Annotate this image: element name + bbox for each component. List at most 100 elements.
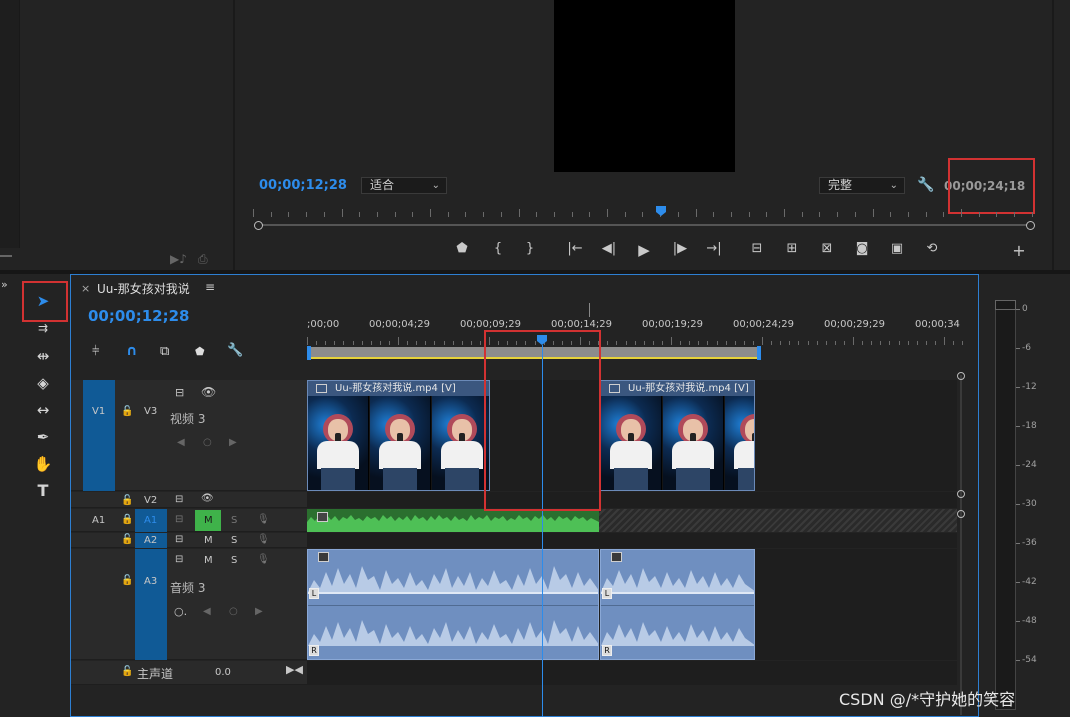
- video-clip-1[interactable]: Uu-那女孩对我说.mp4 [V]: [307, 380, 490, 491]
- nest-sequence-icon[interactable]: ⫩: [92, 344, 99, 359]
- export-icon[interactable]: ⎙: [198, 252, 208, 267]
- add-marker-icon[interactable]: ⬟: [195, 345, 205, 358]
- linked-selection-icon[interactable]: ⧉: [160, 344, 169, 359]
- audio-clip-a1[interactable]: [307, 509, 599, 532]
- toggle-proxies-icon[interactable]: ⟲: [923, 241, 941, 256]
- track-select-tool-icon[interactable]: ⇉: [32, 317, 54, 339]
- add-marker-icon[interactable]: ⬟: [453, 241, 471, 256]
- type-tool-icon[interactable]: T: [32, 480, 54, 502]
- audio-clip-a3-1[interactable]: L R: [307, 549, 599, 660]
- monitor-scroll-bar[interactable]: [258, 224, 1030, 226]
- track-area-a3[interactable]: L R L R: [307, 549, 957, 660]
- source-patch-v1[interactable]: [83, 380, 115, 491]
- v3-label[interactable]: V3: [144, 406, 157, 417]
- lock-icon[interactable]: 🔓: [121, 534, 133, 545]
- timeline-current-timecode[interactable]: 00;00;12;28: [88, 307, 190, 325]
- solo-button[interactable]: S: [231, 555, 237, 566]
- extract-icon[interactable]: ⊞: [783, 241, 801, 256]
- track-area-v3[interactable]: Uu-那女孩对我说.mp4 [V] Uu-那女孩对我说.mp4 [V]: [307, 380, 957, 491]
- microphone-icon[interactable]: 🎙: [257, 514, 270, 525]
- next-keyframe-icon[interactable]: ▶: [229, 437, 237, 448]
- expand-panels-icon[interactable]: »: [1, 278, 8, 291]
- sync-lock-icon[interactable]: ⊟: [175, 386, 184, 399]
- sync-lock-icon[interactable]: ⊟: [175, 554, 183, 565]
- solo-button[interactable]: S: [231, 535, 237, 546]
- volume-line[interactable]: [601, 592, 754, 594]
- next-keyframe-icon[interactable]: ▶: [255, 606, 263, 617]
- prev-keyframe-icon[interactable]: ◀: [203, 606, 211, 617]
- track-name-a3[interactable]: 音频 3: [170, 579, 205, 596]
- hand-tool-icon[interactable]: ✋: [32, 453, 54, 475]
- v2-label[interactable]: V2: [144, 495, 157, 506]
- track-target-a3[interactable]: [135, 549, 167, 660]
- camera-icon[interactable]: ◙: [853, 241, 871, 256]
- volume-line[interactable]: [308, 592, 598, 594]
- close-tab-icon[interactable]: ×: [81, 282, 90, 295]
- fit-dropdown[interactable]: 适合 ⌄: [361, 177, 447, 194]
- wrench-icon[interactable]: 🔧: [917, 177, 934, 193]
- lock-icon[interactable]: 🔓: [121, 406, 133, 417]
- pen-tool-icon[interactable]: ✒: [32, 426, 54, 448]
- audio-clip-a3-2[interactable]: L R: [600, 549, 755, 660]
- lock-icon[interactable]: 🔓: [121, 495, 133, 506]
- lock-icon[interactable]: 🔓: [121, 575, 133, 586]
- program-current-timecode[interactable]: 00;00;12;28: [259, 178, 347, 193]
- a2-label[interactable]: A2: [144, 535, 157, 546]
- track-area-a1[interactable]: [307, 509, 957, 532]
- add-keyframe-icon[interactable]: ○: [203, 437, 212, 448]
- track-area-a2[interactable]: [307, 533, 957, 548]
- microphone-icon[interactable]: 🎙: [257, 554, 270, 565]
- insert-music-icon[interactable]: ▶♪: [170, 252, 187, 266]
- volume-keyframe-icon[interactable]: ○.: [174, 605, 187, 618]
- go-to-out-icon[interactable]: ▶◀: [286, 663, 303, 676]
- step-forward-icon[interactable]: |▶: [671, 241, 689, 256]
- lock-icon[interactable]: 🔓: [121, 666, 133, 677]
- export-frame-icon[interactable]: ⊠: [818, 241, 836, 256]
- track-area-v2[interactable]: [307, 492, 957, 508]
- master-track-area[interactable]: [307, 661, 957, 685]
- mute-button[interactable]: M: [204, 535, 213, 546]
- video-clip-2[interactable]: Uu-那女孩对我说.mp4 [V]: [600, 380, 755, 491]
- slip-tool-icon[interactable]: ↔: [32, 399, 54, 421]
- snap-magnet-icon[interactable]: ∩: [126, 343, 137, 359]
- go-to-out-icon[interactable]: →|: [705, 241, 723, 256]
- add-keyframe-icon[interactable]: ○: [229, 606, 238, 617]
- mark-out-icon[interactable]: }: [521, 241, 539, 256]
- sequence-menu-icon[interactable]: ≡: [205, 280, 215, 294]
- lift-icon[interactable]: ⊟: [748, 241, 766, 256]
- sync-lock-icon[interactable]: ⊟: [175, 514, 183, 525]
- play-icon[interactable]: ▶: [635, 241, 653, 259]
- solo-button[interactable]: S: [231, 515, 237, 526]
- step-back-icon[interactable]: ◀|: [600, 241, 618, 256]
- work-area-start[interactable]: [307, 346, 311, 360]
- scroll-handle-top[interactable]: [957, 372, 965, 380]
- scroll-handle[interactable]: [957, 490, 965, 498]
- time-ruler[interactable]: ;00;00 00;00;04;29 00;00;09;29 00;00;14;…: [307, 315, 960, 337]
- eye-icon[interactable]: 👁: [201, 493, 214, 504]
- timeline-settings-wrench-icon[interactable]: 🔧: [227, 343, 243, 358]
- sync-lock-icon[interactable]: ⊟: [175, 494, 183, 505]
- scroll-handle[interactable]: [957, 510, 965, 518]
- sequence-tab[interactable]: Uu-那女孩对我说: [97, 280, 190, 297]
- microphone-icon[interactable]: 🎙: [257, 534, 270, 545]
- mute-button[interactable]: M: [204, 555, 213, 566]
- monitor-time-ruler[interactable]: [253, 206, 1033, 218]
- a3-label[interactable]: A3: [144, 576, 157, 587]
- sync-lock-icon[interactable]: ⊟: [175, 534, 183, 545]
- eye-icon[interactable]: 👁: [201, 385, 216, 399]
- track-name-v3[interactable]: 视频 3: [170, 410, 205, 427]
- razor-tool-icon[interactable]: ◈: [32, 372, 54, 394]
- add-button-icon[interactable]: +: [1010, 241, 1028, 260]
- vertical-scrollbar[interactable]: [960, 375, 962, 715]
- mark-in-icon[interactable]: {: [489, 241, 507, 256]
- scroll-end-handle[interactable]: [1026, 221, 1035, 230]
- ripple-edit-tool-icon[interactable]: ⇹: [32, 345, 54, 367]
- prev-keyframe-icon[interactable]: ◀: [177, 437, 185, 448]
- a1-source-label[interactable]: A1: [92, 515, 105, 526]
- comparison-view-icon[interactable]: ▣: [888, 241, 906, 256]
- quality-dropdown[interactable]: 完整 ⌄: [819, 177, 905, 194]
- work-area-end[interactable]: [757, 346, 761, 360]
- master-volume-value[interactable]: 0.0: [215, 667, 231, 678]
- go-to-in-icon[interactable]: |←: [566, 241, 584, 256]
- a1-label[interactable]: A1: [144, 515, 157, 526]
